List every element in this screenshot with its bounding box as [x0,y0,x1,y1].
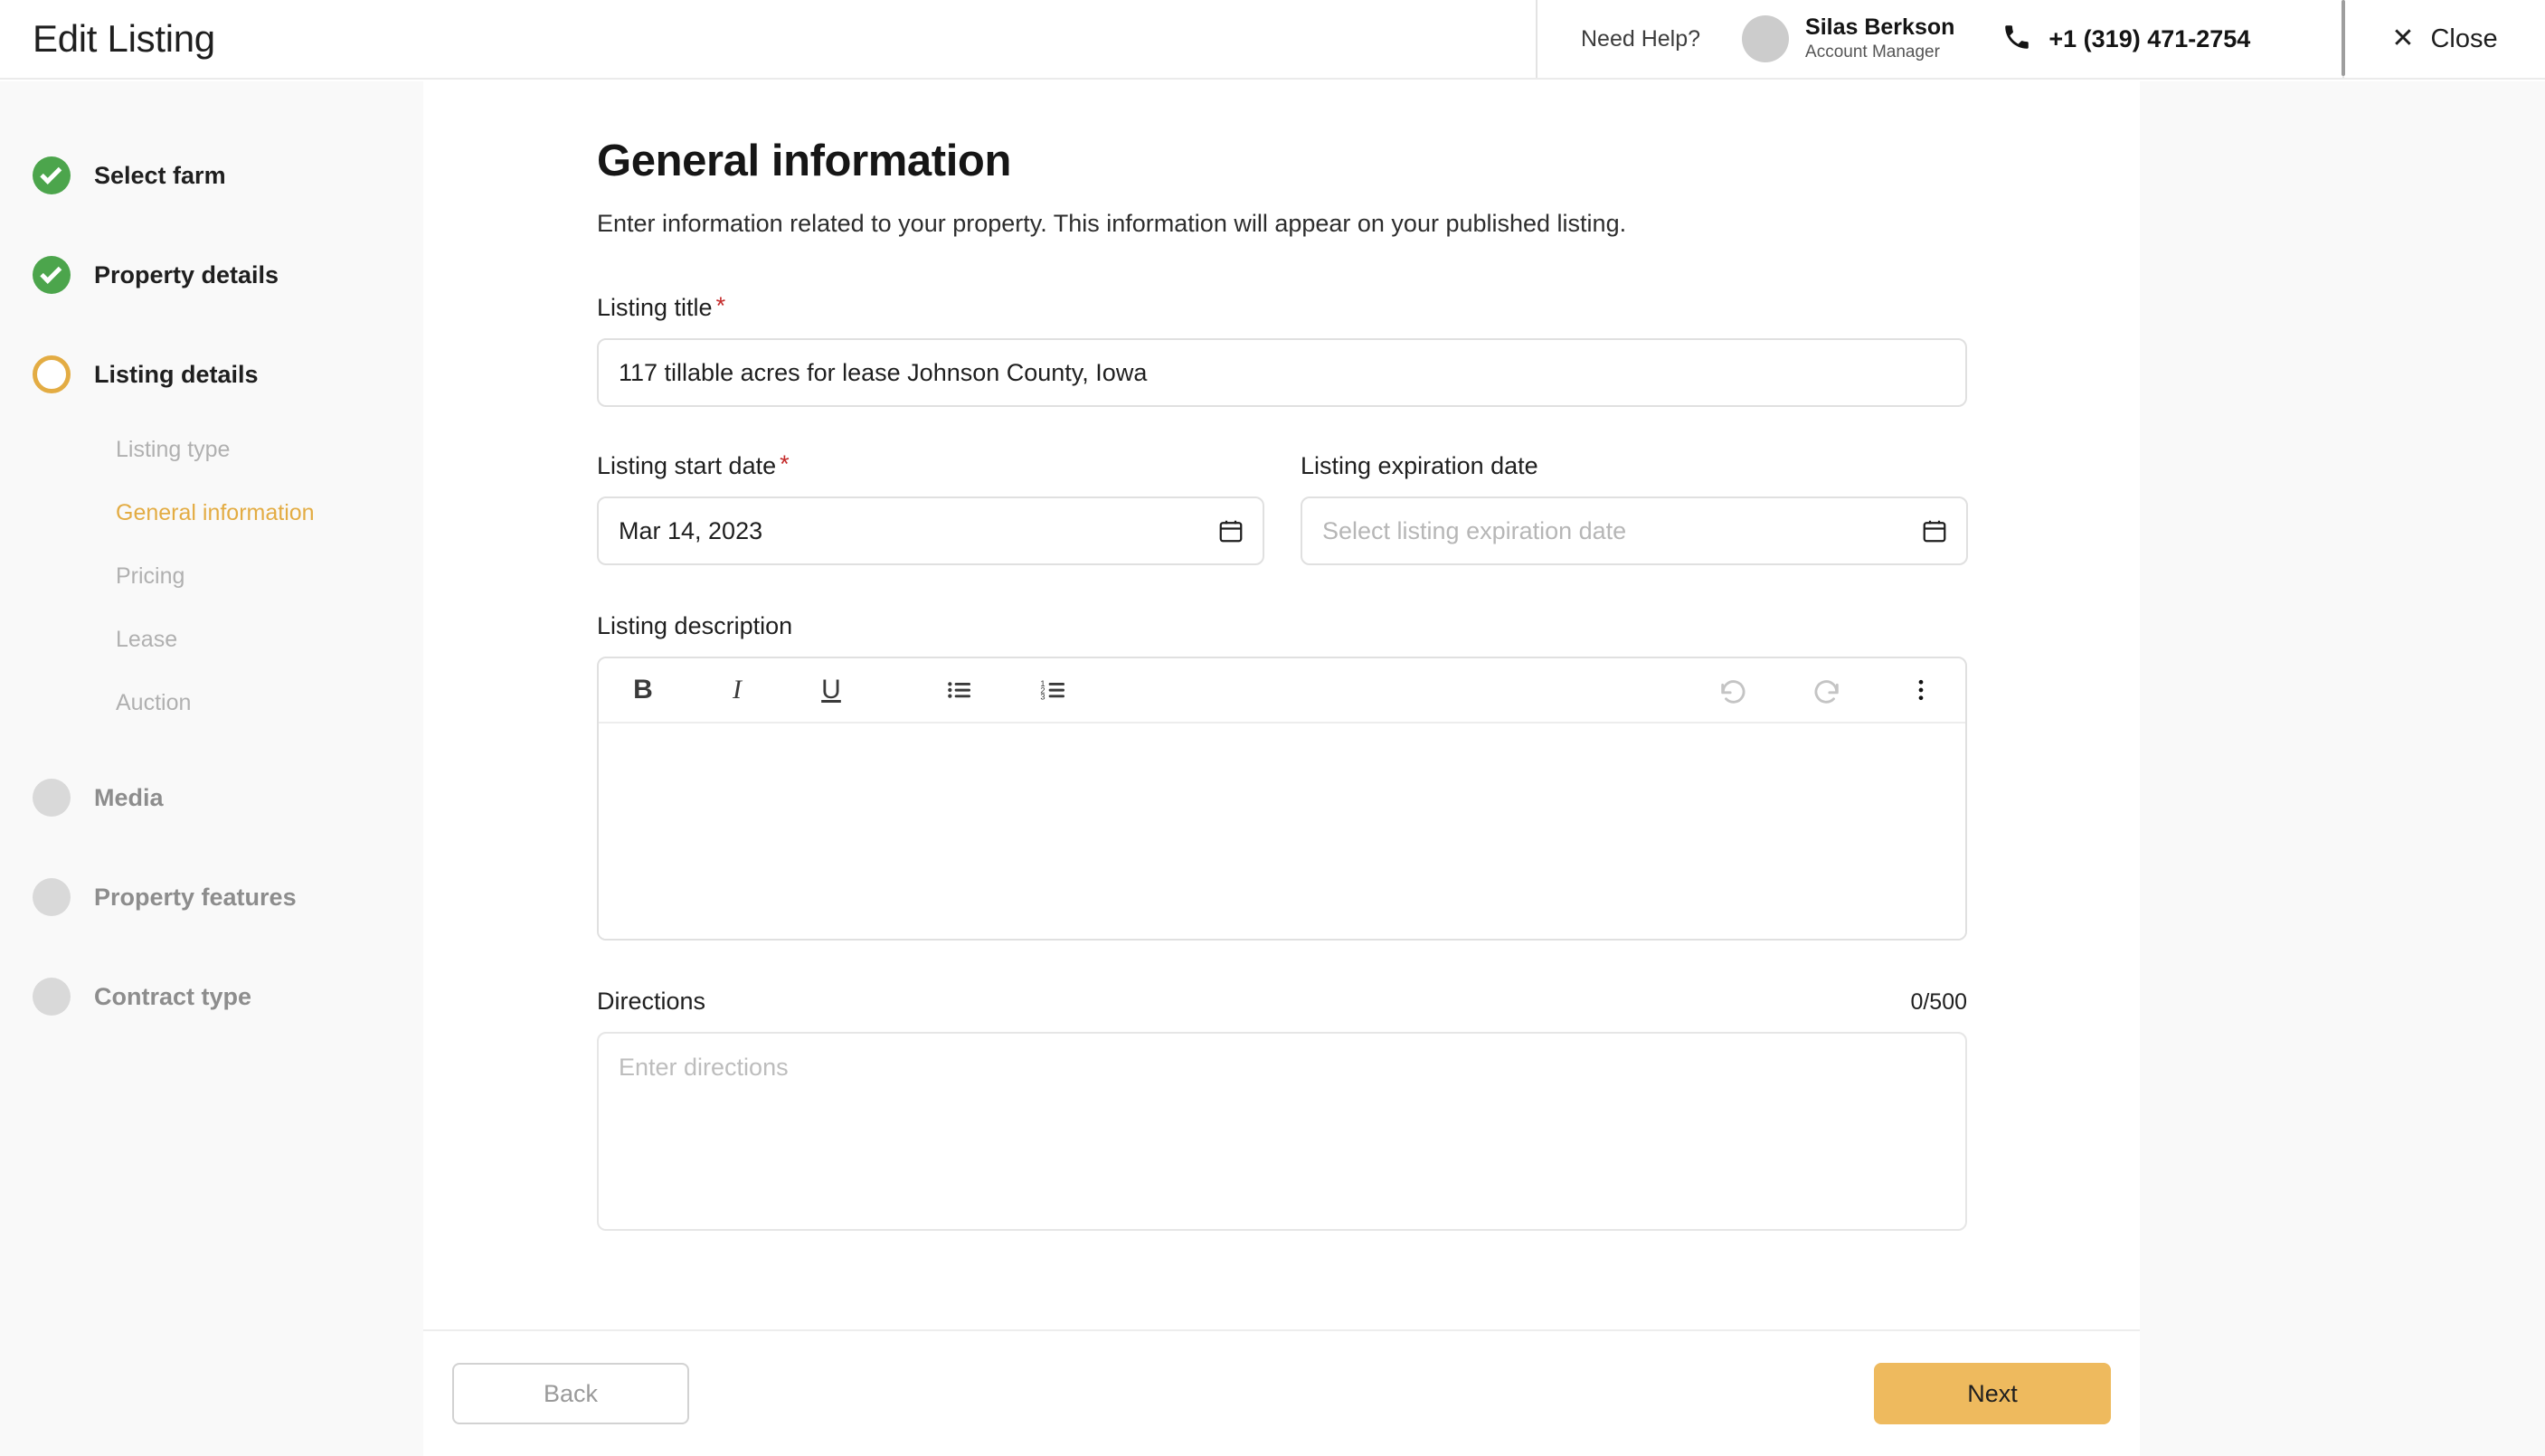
header-title-zone: Edit Listing [0,0,1536,78]
expiration-date-input[interactable] [1301,496,1968,565]
directions-header: Directions 0/500 [597,988,1967,1016]
expiration-date-field: Listing expiration date [1301,452,1968,565]
sidebar-step-label: Media [94,784,164,812]
step-pending-icon [33,779,71,817]
listing-title-input[interactable] [597,338,1967,407]
next-button[interactable]: Next [1874,1363,2111,1424]
page-title: Edit Listing [33,20,215,58]
svg-text:3: 3 [1040,693,1045,702]
calendar-icon[interactable] [1921,516,1948,545]
back-button[interactable]: Back [452,1363,689,1424]
section-subtitle: Enter information related to your proper… [597,210,2140,238]
directions-char-counter: 0/500 [1910,989,1967,1016]
expiration-date-label-text: Listing expiration date [1301,452,1538,480]
listing-title-label-text: Listing title [597,294,713,322]
close-x-icon: ✕ [2391,25,2414,52]
phone-number[interactable]: +1 (319) 471-2754 [2048,25,2250,53]
phone-block[interactable]: +1 (319) 471-2754 [2001,22,2250,57]
phone-icon [2001,22,2032,57]
step-complete-icon [33,256,71,294]
step-pending-icon [33,878,71,916]
account-manager-role: Account Manager [1805,43,1954,62]
sidebar-step-label: Select farm [94,162,226,190]
account-manager-block: Silas Berkson Account Manager [1742,15,1954,62]
directions-label: Directions [597,988,705,1016]
underline-icon[interactable]: U [803,662,859,718]
rich-text-editor: B I U [597,657,1967,941]
right-empty-pane [2140,81,2545,1456]
wizard-footer: Back Next [423,1329,2140,1456]
italic-icon[interactable]: I [709,662,765,718]
redo-icon[interactable] [1799,662,1855,718]
required-asterisk: * [716,294,726,318]
listing-title-label: Listing title* [597,294,2140,322]
sidebar-substep-general-information[interactable]: General information [116,481,423,544]
account-manager-text: Silas Berkson Account Manager [1805,15,1954,62]
close-button-label: Close [2430,24,2497,54]
directions-field: Directions 0/500 [597,988,2140,1235]
sidebar-step-contract-type[interactable]: Contract type [0,968,423,1026]
start-date-label-text: Listing start date [597,452,776,480]
account-manager-name: Silas Berkson [1805,15,1954,41]
numbered-list-icon[interactable]: 1 2 3 [1026,662,1082,718]
bold-icon[interactable]: B [615,662,671,718]
bulleted-list-icon[interactable] [932,662,988,718]
sidebar-step-media[interactable]: Media [0,769,423,827]
section-title: General information [597,136,2140,186]
wizard-sidebar: Select farm Property details Listing det… [0,81,423,1456]
edit-listing-screen: Edit Listing Need Help? Silas Berkson Ac… [0,0,2545,1456]
listing-description-label: Listing description [597,612,2140,640]
expiration-date-label: Listing expiration date [1301,452,1968,480]
listing-description-label-text: Listing description [597,612,792,640]
vertical-scrollbar-thumb[interactable] [2342,0,2345,76]
sidebar-substep-auction[interactable]: Auction [116,671,423,734]
close-button[interactable]: ✕ Close [2391,24,2497,54]
required-asterisk: * [780,452,790,477]
sidebar-substeps: Listing type General information Pricing… [0,418,423,734]
sidebar-step-property-details[interactable]: Property details [0,246,423,304]
main-content: General information Enter information re… [423,81,2140,1329]
sidebar-step-label: Property details [94,261,279,289]
avatar [1742,15,1789,62]
sidebar-substep-pricing[interactable]: Pricing [116,544,423,608]
undo-icon[interactable] [1705,662,1761,718]
more-options-icon[interactable] [1893,662,1949,718]
sidebar-step-label: Contract type [94,983,251,1011]
app-header: Edit Listing Need Help? Silas Berkson Ac… [0,0,2545,80]
need-help-label: Need Help? [1581,26,1700,52]
sidebar-step-property-features[interactable]: Property features [0,868,423,926]
sidebar-substep-listing-type[interactable]: Listing type [116,418,423,481]
listing-title-field: Listing title* [597,294,2140,407]
editor-toolbar: B I U [599,658,1965,723]
sidebar-step-select-farm[interactable]: Select farm [0,147,423,204]
sidebar-step-listing-details[interactable]: Listing details [0,345,423,403]
step-pending-icon [33,978,71,1016]
header-help-zone: Need Help? Silas Berkson Account Manager… [1536,0,2342,78]
start-date-input[interactable] [597,496,1264,565]
header-close-zone: ✕ Close [2342,0,2545,78]
listing-description-input[interactable] [599,723,1965,939]
step-complete-icon [33,156,71,194]
start-date-label: Listing start date* [597,452,1264,480]
start-date-field: Listing start date* [597,452,1264,565]
directions-input[interactable] [597,1032,1967,1231]
sidebar-step-label: Property features [94,884,297,912]
sidebar-step-label: Listing details [94,361,259,389]
calendar-icon[interactable] [1217,516,1244,545]
dates-row: Listing start date* [597,452,2140,565]
step-current-icon [33,355,71,393]
sidebar-substep-lease[interactable]: Lease [116,608,423,671]
listing-description-field: Listing description B I U [597,612,2140,941]
